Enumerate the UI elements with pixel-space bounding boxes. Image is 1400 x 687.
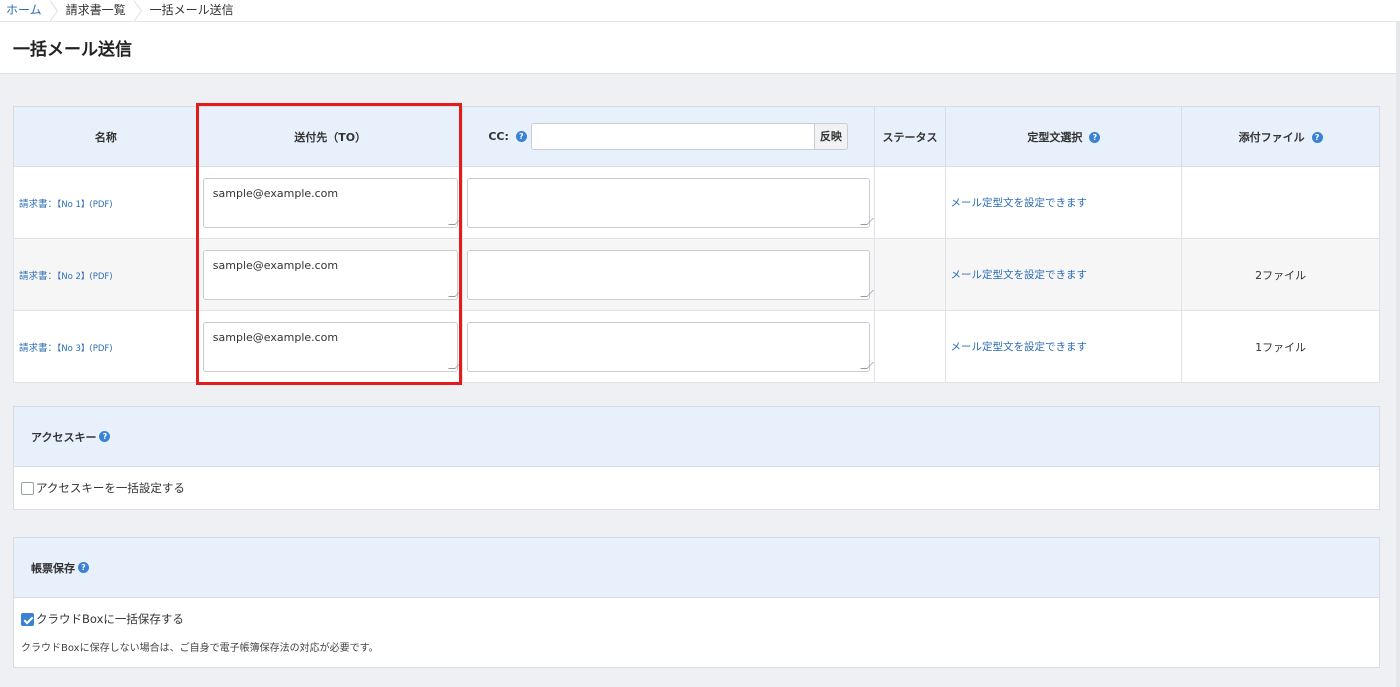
cc-textarea[interactable] <box>466 249 874 300</box>
invoice-link[interactable]: 請求書：【No 3】(PDF) <box>19 343 113 354</box>
to-cell: sample@example.com <box>197 310 463 383</box>
scrollbar[interactable] <box>1396 22 1400 687</box>
invoice-number: 【No 2】(PDF) <box>57 271 113 282</box>
access-key-checkbox-label[interactable]: アクセスキーを一括設定する <box>36 480 185 496</box>
invoice-number: 【No 3】(PDF) <box>57 343 113 354</box>
to-value: sample@example.com <box>212 330 339 344</box>
doc-save-panel: 帳票保存 ? クラウドBoxに一括保存する クラウドBoxに保存しない場合は、ご… <box>13 537 1380 668</box>
cc-label: CC: <box>488 130 509 143</box>
template-link[interactable]: メール定型文を設定できます <box>945 166 1183 239</box>
files-header-label: 添付ファイル <box>1238 130 1305 144</box>
resize-handle-icon[interactable] <box>859 217 874 225</box>
invoice-number: 【No 1】(PDF) <box>57 199 113 210</box>
panel-body: アクセスキーを一括設定する <box>14 467 1379 509</box>
to-textarea[interactable]: sample@example.com <box>202 177 462 228</box>
files-cell <box>1181 166 1380 239</box>
access-key-option[interactable]: アクセスキーを一括設定する <box>21 480 1372 496</box>
page-header: 一括メール送信 <box>0 22 1400 74</box>
table-row: 請求書：【No 1】(PDF) sample@example.com メール定型… <box>13 166 1380 239</box>
page-title: 一括メール送信 <box>13 40 132 60</box>
breadcrumb-home[interactable]: ホーム <box>0 0 50 22</box>
table-row: 請求書：【No 3】(PDF) sample@example.com メール定型… <box>13 310 1380 383</box>
status-cell <box>873 310 947 383</box>
help-icon[interactable]: ? <box>515 131 527 142</box>
breadcrumb-invoice-list[interactable]: 請求書一覧 <box>60 0 134 22</box>
panel-title: 帳票保存 <box>31 561 75 575</box>
checkmark-icon[interactable] <box>21 612 34 626</box>
invoice-name-cell: 請求書：【No 1】(PDF) <box>13 166 199 239</box>
resize-handle-icon[interactable] <box>447 217 462 225</box>
invoice-name-cell: 請求書：【No 2】(PDF) <box>13 238 199 311</box>
to-cell: sample@example.com <box>197 238 463 311</box>
col-header-status: ステータス <box>873 106 947 167</box>
col-header-files: 添付ファイル ? <box>1181 106 1380 167</box>
panel-body: クラウドBoxに一括保存する クラウドBoxに保存しない場合は、ご自身で電子帳簿… <box>14 598 1379 667</box>
breadcrumb: ホーム 請求書一覧 一括メール送信 <box>0 0 1400 22</box>
breadcrumb-separator <box>132 0 144 22</box>
bulk-mail-table: 名称 送付先（TO） CC: ? 反映 ステータス 定型文選択 ? 添付ファイル… <box>13 106 1380 383</box>
panel-header: 帳票保存 ? <box>14 538 1379 598</box>
cloud-box-option[interactable]: クラウドBoxに一括保存する <box>21 611 1372 627</box>
invoice-label: 請求書： <box>19 198 58 210</box>
template-link[interactable]: メール定型文を設定できます <box>945 310 1183 383</box>
invoice-label: 請求書： <box>19 270 58 282</box>
cc-cell <box>461 238 875 311</box>
help-icon[interactable]: ? <box>78 562 89 573</box>
access-key-checkbox[interactable] <box>21 481 34 495</box>
doc-save-note: クラウドBoxに保存しない場合は、ご自身で電子帳簿保存法の対応が必要です。 <box>21 643 379 654</box>
files-link[interactable]: 2ファイル <box>1181 238 1380 311</box>
resize-handle-icon[interactable] <box>447 361 462 369</box>
table-row: 請求書：【No 2】(PDF) sample@example.com メール定型… <box>13 238 1380 311</box>
cc-bulk-input[interactable] <box>530 123 815 150</box>
to-cell: sample@example.com <box>197 166 463 239</box>
help-icon[interactable]: ? <box>1311 132 1323 143</box>
col-header-template: 定型文選択 ? <box>945 106 1183 167</box>
cc-textarea[interactable] <box>466 321 874 372</box>
help-icon[interactable]: ? <box>99 431 111 442</box>
invoice-label: 請求書： <box>19 342 58 354</box>
access-key-panel: アクセスキー ? アクセスキーを一括設定する <box>13 406 1380 510</box>
to-value: sample@example.com <box>212 186 339 200</box>
invoice-name-cell: 請求書：【No 3】(PDF) <box>13 310 199 383</box>
cc-apply-button[interactable]: 反映 <box>814 123 848 150</box>
cc-textarea[interactable] <box>466 177 874 228</box>
resize-handle-icon[interactable] <box>447 289 462 297</box>
invoice-link[interactable]: 請求書：【No 1】(PDF) <box>19 199 113 210</box>
template-header-label: 定型文選択 <box>1027 130 1083 144</box>
panel-title: アクセスキー <box>31 430 97 444</box>
help-icon[interactable]: ? <box>1089 132 1101 143</box>
breadcrumb-separator <box>48 0 60 22</box>
cc-cell <box>461 166 875 239</box>
col-header-cc: CC: ? 反映 <box>461 106 875 167</box>
table-header-row: 名称 送付先（TO） CC: ? 反映 ステータス 定型文選択 ? 添付ファイル… <box>13 106 1380 167</box>
col-header-to: 送付先（TO） <box>197 106 463 167</box>
to-textarea[interactable]: sample@example.com <box>202 321 462 372</box>
files-link[interactable]: 1ファイル <box>1181 310 1380 383</box>
to-textarea[interactable]: sample@example.com <box>202 249 462 300</box>
cloud-box-checkbox-label[interactable]: クラウドBoxに一括保存する <box>36 611 184 627</box>
resize-handle-icon[interactable] <box>859 289 874 297</box>
status-cell <box>873 238 947 311</box>
panel-header: アクセスキー ? <box>14 407 1379 467</box>
to-value: sample@example.com <box>212 258 339 272</box>
status-cell <box>873 166 947 239</box>
resize-handle-icon[interactable] <box>859 361 874 369</box>
col-header-name: 名称 <box>13 106 199 167</box>
template-link[interactable]: メール定型文を設定できます <box>945 238 1183 311</box>
invoice-link[interactable]: 請求書：【No 2】(PDF) <box>19 271 113 282</box>
breadcrumb-current: 一括メール送信 <box>149 2 234 17</box>
cc-cell <box>461 310 875 383</box>
